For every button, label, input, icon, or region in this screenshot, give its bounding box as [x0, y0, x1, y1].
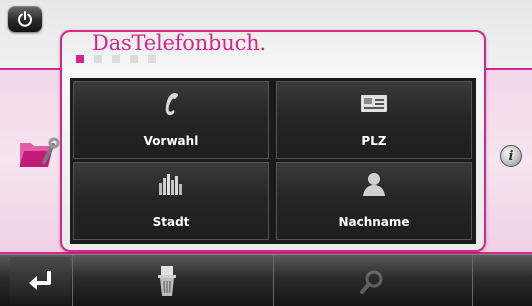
page-dot: [130, 55, 138, 63]
power-button[interactable]: [8, 6, 42, 32]
page-dot: [112, 55, 120, 63]
back-arrow-icon: [29, 270, 51, 290]
postcode-card-icon: [361, 95, 387, 112]
search-button[interactable]: [355, 265, 389, 299]
phone-icon: [165, 93, 178, 116]
city-skyline-icon: [159, 174, 182, 195]
toolbar-divider: [472, 255, 473, 306]
tile-stadt[interactable]: Stadt: [73, 162, 269, 240]
folder-settings-icon: [20, 137, 60, 167]
page-indicator: [76, 55, 156, 63]
person-icon: [363, 173, 385, 196]
page-title: DasTelefonbuch.: [92, 31, 266, 55]
folder-settings-button[interactable]: [18, 137, 60, 175]
tile-nachname[interactable]: Nachname: [276, 162, 472, 240]
toolbar-divider: [273, 255, 274, 306]
back-button[interactable]: [10, 257, 70, 304]
tile-label: Vorwahl: [143, 134, 199, 148]
page-dot: [148, 55, 156, 63]
tile-label: PLZ: [361, 134, 387, 148]
trash-icon: [158, 266, 176, 296]
bottom-toolbar: [0, 254, 532, 306]
delete-button[interactable]: [150, 263, 184, 299]
info-button[interactable]: i: [500, 145, 522, 167]
info-icon: i: [508, 148, 514, 164]
tile-label: Stadt: [152, 215, 190, 229]
page-dot: [76, 55, 84, 63]
search-icon: [360, 270, 383, 294]
tile-vorwahl[interactable]: Vorwahl: [73, 81, 269, 159]
toolbar-divider: [72, 255, 73, 306]
tile-label: Nachname: [338, 215, 410, 229]
search-grid: Vorwahl PLZ Stadt Nachname: [70, 78, 476, 244]
tile-plz[interactable]: PLZ: [276, 81, 472, 159]
power-icon: [18, 11, 32, 27]
page-dot: [94, 55, 102, 63]
